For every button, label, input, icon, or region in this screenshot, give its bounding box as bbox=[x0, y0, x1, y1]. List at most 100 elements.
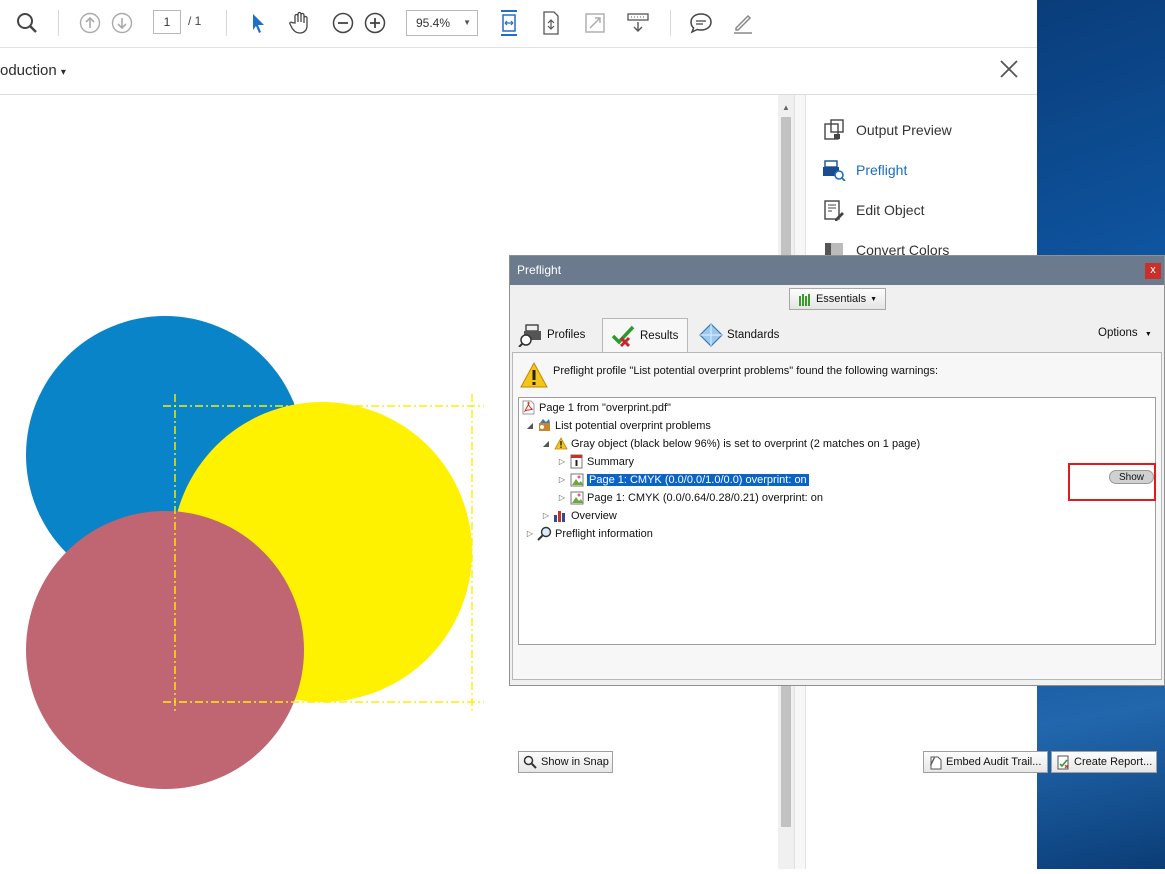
tab-label: Standards bbox=[727, 329, 780, 341]
tree-row[interactable]: ▷ Preflight information bbox=[525, 525, 653, 542]
scroll-up-icon[interactable]: ▲ bbox=[782, 103, 790, 112]
results-panel: Preflight profile "List potential overpr… bbox=[512, 352, 1162, 773]
tab-label: Profiles bbox=[547, 329, 586, 341]
summary-info-icon bbox=[569, 454, 584, 469]
page-number-input[interactable]: 1 bbox=[153, 10, 181, 34]
tree-row-label: List potential overprint problems bbox=[555, 419, 711, 432]
tree-row-label: Preflight information bbox=[555, 527, 653, 540]
button-label: Create Report... bbox=[1074, 756, 1153, 768]
next-page-icon[interactable] bbox=[109, 10, 135, 36]
tool-title: oduction bbox=[0, 62, 57, 79]
scroll-mode-icon[interactable] bbox=[625, 10, 651, 36]
tool-item-preflight[interactable]: Preflight bbox=[822, 156, 907, 184]
tab-standards[interactable]: Standards bbox=[698, 318, 779, 352]
dialog-title: Preflight bbox=[517, 263, 562, 277]
zoom-level-value: 95.4% bbox=[416, 16, 451, 30]
tree-row[interactable]: ▷ Summary bbox=[557, 453, 634, 470]
tool-header-bar: oduction ▾ bbox=[0, 48, 1037, 95]
previous-page-icon[interactable] bbox=[77, 10, 103, 36]
overview-chart-icon bbox=[553, 508, 568, 523]
warning-icon bbox=[519, 361, 549, 389]
standards-diamond-icon bbox=[698, 323, 724, 347]
tree-row-label: Page 1 from "overprint.pdf" bbox=[539, 401, 671, 414]
profiles-icon bbox=[518, 323, 544, 347]
zoom-out-icon[interactable] bbox=[330, 10, 356, 36]
warning-message: Preflight profile "List potential overpr… bbox=[553, 365, 939, 377]
toolbar-separator bbox=[670, 10, 671, 36]
collapsed-triangle-icon[interactable]: ▷ bbox=[525, 529, 535, 538]
expanded-triangle-icon[interactable]: ◢ bbox=[541, 439, 551, 448]
output-preview-icon bbox=[822, 118, 846, 142]
highlight-annotation-box bbox=[1068, 463, 1156, 501]
close-icon[interactable] bbox=[997, 57, 1021, 81]
chevron-down-icon: ▼ bbox=[463, 18, 471, 27]
edit-object-icon bbox=[822, 198, 846, 222]
warning-message-row: Preflight profile "List potential overpr… bbox=[519, 361, 938, 389]
essentials-icon bbox=[798, 293, 810, 306]
search-icon[interactable] bbox=[14, 10, 40, 36]
options-menu[interactable]: Options ▼ bbox=[1098, 327, 1152, 339]
dialog-close-button[interactable]: x bbox=[1145, 263, 1161, 279]
tool-item-label: Preflight bbox=[856, 162, 908, 178]
essentials-label: Essentials bbox=[815, 293, 867, 305]
sign-pen-icon[interactable] bbox=[730, 10, 756, 36]
page-total: / 1 bbox=[188, 14, 202, 28]
zoom-level-select[interactable]: 95.4% ▼ bbox=[406, 10, 478, 36]
chevron-down-icon: ▼ bbox=[870, 295, 878, 303]
button-label: Embed Audit Trail... bbox=[946, 756, 1042, 768]
tree-row-label: Overview bbox=[571, 509, 617, 522]
tree-row[interactable]: ▷ Page 1: CMYK (0.0/0.64/0.28/0.21) over… bbox=[557, 489, 823, 506]
tab-results[interactable]: Results bbox=[602, 318, 688, 352]
comment-icon[interactable] bbox=[688, 10, 714, 36]
profile-group-icon bbox=[537, 418, 552, 433]
tool-title-menu[interactable]: oduction ▾ bbox=[0, 62, 66, 79]
results-tree: Page 1 from "overprint.pdf" ◢ List poten… bbox=[518, 397, 1156, 645]
zoom-in-icon[interactable] bbox=[362, 10, 388, 36]
tree-row-label: Page 1: CMYK (0.0/0.64/0.28/0.21) overpr… bbox=[587, 491, 824, 504]
tree-row-label: Page 1: CMYK (0.0/0.0/1.0/0.0) overprint… bbox=[586, 472, 810, 487]
tree-row[interactable]: ▷ Overview bbox=[541, 507, 617, 524]
dialog-title-bar[interactable]: Preflight bbox=[510, 256, 1164, 285]
tree-row[interactable]: ◢ List potential overprint problems bbox=[525, 417, 711, 434]
tool-item-label: Edit Object bbox=[856, 202, 925, 218]
rose-circle bbox=[26, 511, 304, 789]
object-image-icon bbox=[569, 490, 584, 505]
tree-row-selected[interactable]: ▷ Page 1: CMYK (0.0/0.0/1.0/0.0) overpri… bbox=[557, 471, 810, 488]
toolbar-separator bbox=[58, 10, 59, 36]
collapsed-triangle-icon[interactable]: ▷ bbox=[557, 457, 567, 466]
fit-page-icon[interactable] bbox=[496, 10, 522, 36]
collapsed-triangle-icon[interactable]: ▷ bbox=[541, 511, 551, 520]
tree-row[interactable]: Page 1 from "overprint.pdf" bbox=[521, 399, 671, 416]
button-label: Show in Snap bbox=[541, 756, 609, 768]
tree-row-label: Summary bbox=[587, 455, 635, 468]
select-tool-icon[interactable] bbox=[245, 10, 271, 36]
chevron-down-icon: ▼ bbox=[1144, 331, 1152, 338]
collapsed-triangle-icon[interactable]: ▷ bbox=[557, 475, 567, 484]
tab-profiles[interactable]: Profiles bbox=[518, 318, 585, 352]
rotate-view-icon[interactable] bbox=[538, 10, 564, 36]
audit-trail-icon bbox=[927, 754, 943, 770]
hand-tool-icon[interactable] bbox=[287, 10, 313, 36]
preflight-icon bbox=[822, 158, 846, 182]
tool-item-edit-object[interactable]: Edit Object bbox=[822, 196, 924, 224]
main-toolbar: 1 / 1 95.4% ▼ bbox=[0, 0, 1037, 48]
show-in-snap-button[interactable]: Show in Snap bbox=[518, 751, 613, 773]
tool-item-label: Output Preview bbox=[856, 122, 952, 138]
tree-row[interactable]: ◢ Gray object (black below 96%) is set t… bbox=[541, 435, 920, 452]
tab-label: Results bbox=[640, 329, 679, 342]
embed-audit-trail-button[interactable]: Embed Audit Trail... bbox=[923, 751, 1048, 773]
object-image-icon bbox=[569, 472, 584, 487]
create-report-button[interactable]: Create Report... bbox=[1051, 751, 1157, 773]
magnifier-icon bbox=[537, 526, 552, 541]
full-screen-icon[interactable] bbox=[582, 10, 608, 36]
options-label: Options bbox=[1098, 327, 1138, 339]
essentials-dropdown[interactable]: Essentials ▼ bbox=[789, 288, 886, 310]
collapsed-triangle-icon[interactable]: ▷ bbox=[557, 493, 567, 502]
results-checkmark-icon bbox=[611, 324, 637, 348]
pdf-file-icon bbox=[521, 400, 536, 415]
tree-row-label: Gray object (black below 96%) is set to … bbox=[571, 437, 921, 450]
chevron-down-icon: ▾ bbox=[60, 67, 66, 78]
create-report-icon bbox=[1055, 754, 1071, 770]
expanded-triangle-icon[interactable]: ◢ bbox=[525, 421, 535, 430]
tool-item-output-preview[interactable]: Output Preview bbox=[822, 116, 952, 144]
